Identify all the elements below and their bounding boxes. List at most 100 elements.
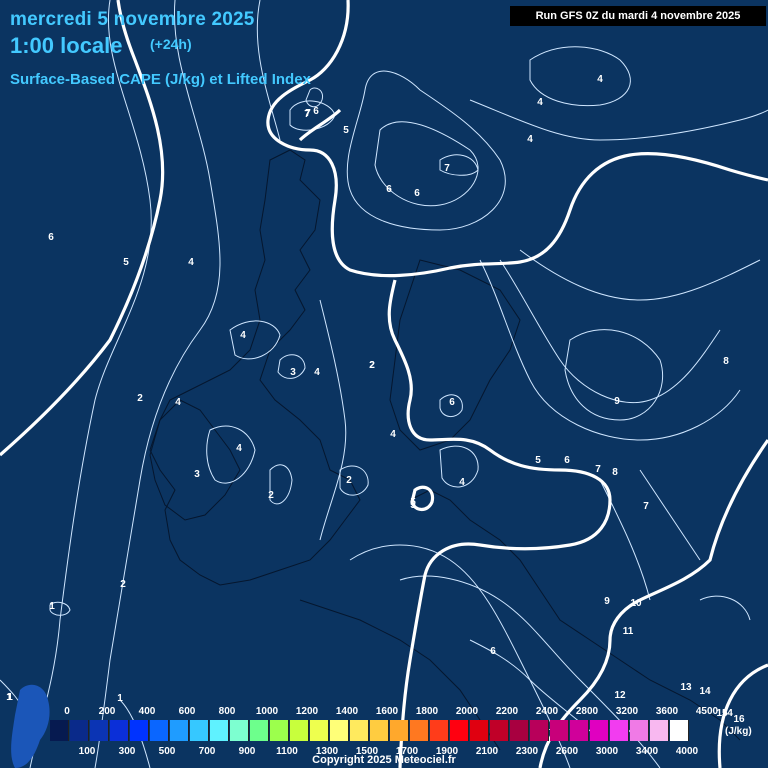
- li-value-label: 3: [290, 367, 296, 378]
- forecast-date: mercredi 5 novembre 2025: [10, 9, 255, 30]
- scale-swatch: [210, 720, 229, 741]
- li-value-label: 9: [604, 596, 610, 607]
- scale-tick-upper: 3200: [615, 706, 639, 717]
- li-value-label: 5: [410, 497, 416, 508]
- li-value-label: 13: [680, 682, 692, 693]
- scale-swatch: [470, 720, 489, 741]
- cape-color-scale: [50, 720, 690, 742]
- copyright: Copyright 2025 Meteociel.fr: [312, 754, 456, 766]
- li-value-label: 2: [137, 393, 143, 404]
- li-value-label: 1: [6, 692, 12, 703]
- scale-swatch: [530, 720, 549, 741]
- li-value-label: 6: [490, 646, 496, 657]
- scale-tick-upper: 2200: [495, 706, 519, 717]
- li-value-label: 2: [120, 579, 126, 590]
- li-value-label: 4: [537, 97, 543, 108]
- li-value-label: 12: [614, 690, 626, 701]
- li-value-label: 2: [268, 490, 274, 501]
- scale-swatch: [310, 720, 329, 741]
- scale-swatch: [150, 720, 169, 741]
- scale-swatch: [130, 720, 149, 741]
- scale-tick-upper: 200: [98, 706, 116, 717]
- li-value-label: 4: [314, 367, 320, 378]
- scale-swatch: [70, 720, 89, 741]
- scale-tick-upper: 3600: [655, 706, 679, 717]
- scale-swatch: [590, 720, 609, 741]
- scale-swatch: [610, 720, 629, 741]
- li-value-label: 6: [564, 455, 570, 466]
- li-value-label: 6: [449, 397, 455, 408]
- li-value-label: 2: [369, 360, 375, 371]
- li-value-label: 7: [595, 464, 601, 475]
- li-value-label: 4: [236, 443, 242, 454]
- li-value-label: 4: [240, 330, 246, 341]
- scale-tick-upper: 800: [218, 706, 236, 717]
- scale-swatch: [430, 720, 449, 741]
- scale-tick-upper: 1400: [335, 706, 359, 717]
- li-value-label: 6: [414, 188, 420, 199]
- li-value-label: 7: [643, 501, 649, 512]
- li-value-label: 4: [459, 477, 465, 488]
- scale-tick-upper: 600: [178, 706, 196, 717]
- scale-tick-upper: 0: [64, 706, 70, 717]
- li-value-label: 16: [733, 714, 745, 725]
- scale-swatch: [410, 720, 429, 741]
- scale-swatch: [110, 720, 129, 741]
- scale-swatch: [50, 720, 69, 741]
- scale-swatch: [250, 720, 269, 741]
- forecast-offset: (+24h): [150, 36, 192, 52]
- scale-tick-upper: 2800: [575, 706, 599, 717]
- li-value-label: 4: [597, 74, 603, 85]
- li-value-label: 8: [723, 356, 729, 367]
- li-value-label: 5: [343, 125, 349, 136]
- li-value-label: 4: [727, 708, 733, 719]
- li-value-label: 7: [305, 108, 311, 119]
- li-value-label: 5: [123, 257, 129, 268]
- li-value-label: 9: [614, 396, 620, 407]
- scale-tick-upper: 1800: [415, 706, 439, 717]
- scale-tick-upper: 1000: [255, 706, 279, 717]
- li-value-label: 6: [48, 232, 54, 243]
- scale-swatch: [290, 720, 309, 741]
- scale-swatch: [330, 720, 349, 741]
- li-value-label: 5: [535, 455, 541, 466]
- map-background: [0, 0, 768, 768]
- li-value-label: 4: [390, 429, 396, 440]
- li-value-label: 6: [313, 106, 319, 117]
- li-value-label: 1: [49, 601, 55, 612]
- li-value-label: 7: [444, 163, 450, 174]
- scale-swatch: [90, 720, 109, 741]
- scale-swatch: [170, 720, 189, 741]
- scale-tick-upper: 2400: [535, 706, 559, 717]
- scale-swatch: [650, 720, 669, 741]
- li-value-label: 10: [630, 598, 642, 609]
- scale-tick-upper: 400: [138, 706, 156, 717]
- scale-swatch: [350, 720, 369, 741]
- scale-swatch: [570, 720, 589, 741]
- scale-tick-upper: 4500: [695, 706, 719, 717]
- cape-map: 7 6567674444654423224346422455 67 89879 1011…: [0, 0, 768, 768]
- scale-swatch: [510, 720, 529, 741]
- scale-tick-upper: 1200: [295, 706, 319, 717]
- li-value-label: 3: [194, 469, 200, 480]
- scale-tick-upper: 1600: [375, 706, 399, 717]
- scale-swatch: [370, 720, 389, 741]
- li-value-label: 4: [188, 257, 194, 268]
- scale-swatch: [190, 720, 209, 741]
- li-value-label: 14: [699, 686, 711, 697]
- li-value-label: 11: [623, 626, 634, 637]
- scale-swatch: [450, 720, 469, 741]
- scale-tick-upper: 2000: [455, 706, 479, 717]
- scale-swatch: [270, 720, 289, 741]
- li-value-label: 2: [346, 475, 352, 486]
- li-value-label: 4: [175, 397, 181, 408]
- run-info-box: Run GFS 0Z du mardi 4 novembre 2025: [510, 6, 766, 26]
- scale-swatch: [630, 720, 649, 741]
- scale-swatch: [490, 720, 509, 741]
- li-value-label: 6: [386, 184, 392, 195]
- forecast-time: 1:00 locale: [10, 33, 123, 58]
- product-title: Surface-Based CAPE (J/kg) et Lifted Inde…: [10, 71, 311, 88]
- li-value-label: 1: [117, 693, 123, 704]
- scale-swatch: [230, 720, 249, 741]
- scale-swatch: [390, 720, 409, 741]
